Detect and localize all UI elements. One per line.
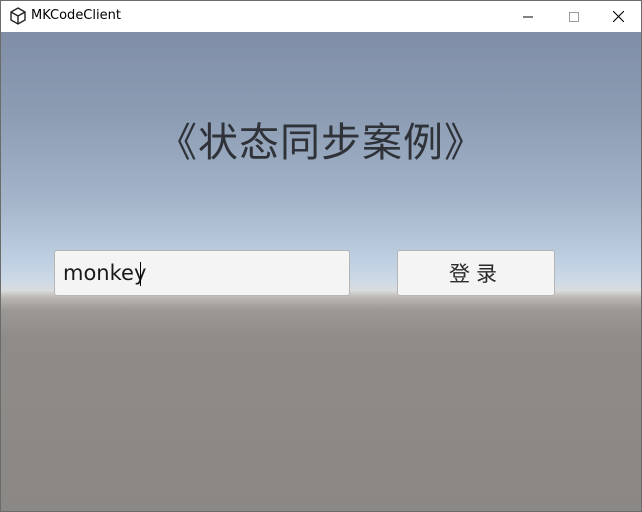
window-title: MKCodeClient — [31, 8, 121, 23]
close-button[interactable] — [595, 1, 641, 31]
unity-logo-icon — [9, 7, 27, 25]
text-caret — [140, 262, 141, 286]
maximize-icon — [569, 7, 579, 26]
game-viewport: 《状态同步案例》 登录 — [1, 32, 641, 511]
minimize-button[interactable] — [505, 1, 551, 31]
title-bar[interactable]: MKCodeClient — [1, 1, 641, 31]
close-icon — [612, 7, 624, 26]
minimize-icon — [523, 7, 533, 26]
app-window: MKCodeClient 《状态同步案例》 登录 — [0, 0, 642, 512]
scene-title: 《状态同步案例》 — [157, 120, 485, 166]
maximize-button[interactable] — [551, 1, 597, 31]
login-button[interactable]: 登录 — [397, 250, 555, 296]
username-input[interactable] — [54, 250, 350, 296]
login-button-label: 登录 — [449, 262, 503, 286]
